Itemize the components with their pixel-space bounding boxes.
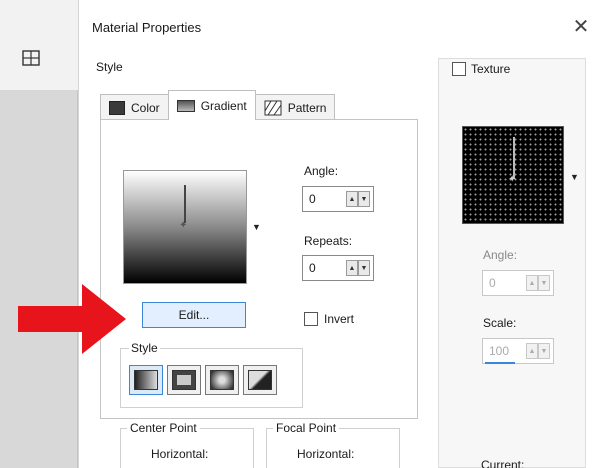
spin-up-icon[interactable]: ▲ bbox=[346, 191, 358, 207]
texture-current-label: Current: bbox=[481, 458, 525, 468]
radial-style-icon bbox=[248, 370, 272, 390]
scale-focus-underline bbox=[485, 362, 515, 364]
tab-color[interactable]: Color bbox=[100, 94, 169, 120]
invert-checkbox[interactable] bbox=[304, 312, 318, 326]
texture-angle-needle bbox=[513, 137, 515, 179]
focal-horizontal-label: Horizontal: bbox=[297, 447, 355, 461]
center-point-label: Center Point bbox=[127, 421, 200, 435]
dialog-title: Material Properties bbox=[92, 20, 202, 35]
gradient-angle-label: Angle: bbox=[304, 164, 339, 178]
angle-handle-icon: ✦ bbox=[179, 220, 188, 231]
texture-panel bbox=[438, 58, 586, 468]
radial-style-button[interactable] bbox=[243, 365, 277, 395]
gradient-icon bbox=[176, 99, 195, 112]
gradient-style-group: Style bbox=[120, 341, 303, 408]
gradient-angle-stepper[interactable]: 0 ▲ ▼ bbox=[302, 186, 374, 212]
gradient-preview-swatch[interactable]: ✦ bbox=[123, 170, 247, 284]
app-side-strip bbox=[0, 0, 78, 468]
texture-scale-value: 100 bbox=[489, 344, 510, 358]
linear-style-icon bbox=[134, 370, 158, 390]
texture-preview-swatch[interactable]: ✦ bbox=[462, 126, 564, 224]
texture-angle-label: Angle: bbox=[483, 248, 518, 262]
grid-icon[interactable] bbox=[22, 50, 40, 66]
texture-angle-value: 0 bbox=[489, 276, 496, 290]
spin-up-icon[interactable]: ▲ bbox=[526, 343, 538, 359]
spin-down-icon[interactable]: ▼ bbox=[358, 260, 370, 276]
side-panel bbox=[0, 90, 78, 468]
texture-scale-label: Scale: bbox=[483, 316, 517, 330]
texture-checkbox[interactable] bbox=[452, 62, 466, 76]
focal-point-group: Focal Point Horizontal: bbox=[266, 421, 400, 468]
linear-style-button[interactable] bbox=[129, 365, 163, 395]
spin-down-icon[interactable]: ▼ bbox=[538, 343, 550, 359]
tab-color-label: Color bbox=[131, 100, 160, 115]
color-swatch-icon bbox=[109, 100, 125, 115]
center-point-group: Center Point Horizontal: bbox=[120, 421, 254, 468]
sunburst-style-button[interactable] bbox=[205, 365, 239, 395]
focal-point-label: Focal Point bbox=[273, 421, 340, 435]
sunburst-style-icon bbox=[210, 370, 234, 390]
tab-pattern-label: Pattern bbox=[287, 100, 327, 115]
spin-up-icon[interactable]: ▲ bbox=[346, 260, 358, 276]
gradient-repeats-label: Repeats: bbox=[304, 234, 353, 248]
spin-down-icon[interactable]: ▼ bbox=[358, 191, 370, 207]
tab-pattern[interactable]: Pattern bbox=[254, 94, 336, 120]
rectangular-style-icon bbox=[172, 370, 196, 390]
gradient-dropdown-arrow-icon[interactable]: ▼ bbox=[252, 222, 261, 232]
edit-gradient-button[interactable]: Edit... bbox=[142, 302, 246, 328]
texture-dropdown-arrow-icon[interactable]: ▼ bbox=[570, 172, 579, 182]
red-arrow-pointer-icon bbox=[18, 284, 126, 354]
tab-gradient[interactable]: Gradient bbox=[167, 90, 256, 120]
gradient-angle-value: 0 bbox=[309, 192, 316, 206]
texture-angle-stepper[interactable]: 0 ▲ ▼ bbox=[482, 270, 554, 296]
style-section-label: Style bbox=[96, 60, 123, 74]
invert-label: Invert bbox=[324, 312, 355, 326]
pattern-icon bbox=[264, 100, 282, 115]
texture-scale-stepper[interactable]: 100 ▲ ▼ bbox=[482, 338, 554, 364]
center-horizontal-label: Horizontal: bbox=[151, 447, 209, 461]
tab-gradient-label: Gradient bbox=[200, 98, 247, 113]
gradient-repeats-value: 0 bbox=[309, 261, 316, 275]
close-button[interactable]: ✕ bbox=[570, 14, 592, 39]
style-group-label: Style bbox=[129, 341, 160, 355]
texture-handle-icon: ✦ bbox=[508, 174, 517, 185]
spin-down-icon[interactable]: ▼ bbox=[538, 275, 550, 291]
spin-up-icon[interactable]: ▲ bbox=[526, 275, 538, 291]
gradient-repeats-stepper[interactable]: 0 ▲ ▼ bbox=[302, 255, 374, 281]
angle-needle bbox=[184, 185, 186, 223]
material-tabs: Color Gradient Pattern bbox=[100, 90, 336, 120]
rectangular-style-button[interactable] bbox=[167, 365, 201, 395]
texture-label: Texture bbox=[471, 62, 511, 76]
